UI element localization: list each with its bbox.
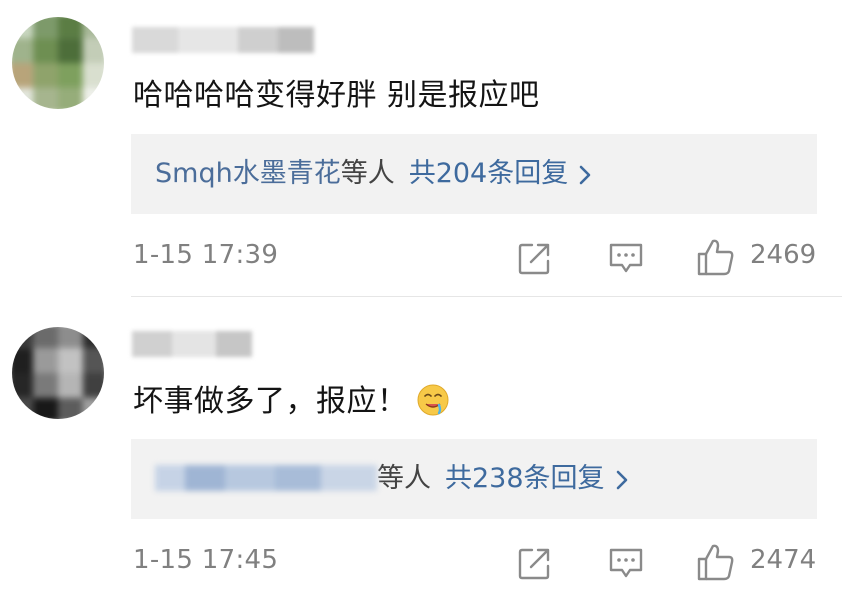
chevron-right-icon [616, 470, 627, 490]
avatar-pixel [82, 397, 104, 419]
avatar-pixel [82, 327, 104, 349]
avatar[interactable] [12, 327, 104, 419]
timestamp: 1-15 17:45 [133, 545, 279, 575]
avatar-pixel [12, 63, 34, 88]
timestamp: 1-15 17:39 [133, 240, 279, 270]
avatar-mosaic [12, 327, 104, 419]
avatar-pixel [33, 38, 58, 63]
reply-suffix: 等人 [340, 158, 395, 189]
avatar-pixel [33, 63, 58, 88]
avatar-pixel [58, 397, 83, 419]
share-icon[interactable] [517, 545, 553, 581]
comment-item: 哈哈哈哈变得好胖 别是报应吧 Smqh水墨青花等人 共204条回复 1-15 17… [0, 0, 842, 298]
avatar-pixel [12, 17, 34, 39]
reply-count-link[interactable]: 共238条回复 [445, 463, 605, 494]
comment-text: 坏事做多了，报应！ [133, 382, 450, 422]
avatar-pixel [12, 348, 34, 373]
avatar-pixel [33, 327, 58, 349]
reply-suffix: 等人 [377, 463, 431, 494]
like-count: 2469 [750, 240, 817, 270]
avatar-pixel [82, 373, 104, 398]
username-blurred[interactable] [132, 27, 314, 53]
avatar-pixel [33, 87, 58, 109]
avatar-pixel [33, 348, 58, 373]
avatar-pixel [58, 373, 83, 398]
avatar-pixel [33, 17, 58, 39]
avatar-pixel [82, 348, 104, 373]
reply-user-link[interactable]: Smqh水墨青花 [155, 158, 341, 189]
reply-user-link-blurred[interactable] [155, 461, 377, 493]
chevron-right-icon [579, 165, 591, 185]
avatar-pixel [58, 87, 83, 109]
avatar-pixel [82, 63, 104, 88]
avatar-pixel [82, 17, 104, 39]
avatar-pixel [12, 397, 34, 419]
avatar[interactable] [12, 17, 104, 109]
avatar-pixel [33, 373, 58, 398]
comment-text-body: 坏事做多了，报应！ [133, 384, 408, 419]
divider [131, 296, 842, 297]
avatar-pixel [58, 17, 83, 39]
share-icon[interactable] [517, 240, 553, 276]
comment-item: 坏事做多了，报应！ 等人 共238条回复 1-15 17:45 2474 [0, 298, 842, 597]
replies-preview[interactable]: Smqh水墨青花等人 共204条回复 [131, 134, 817, 214]
avatar-pixel [58, 63, 83, 88]
replies-preview[interactable]: 等人 共238条回复 [131, 439, 817, 519]
avatar-pixel [58, 348, 83, 373]
comment-text: 哈哈哈哈变得好胖 别是报应吧 [133, 78, 540, 113]
avatar-pixel [82, 87, 104, 109]
replies-summary: 等人 共238条回复 [155, 459, 629, 499]
avatar-pixel [58, 38, 83, 63]
username-blurred[interactable] [132, 331, 252, 357]
avatar-pixel [58, 327, 83, 349]
avatar-pixel [12, 38, 34, 63]
avatar-pixel [12, 373, 34, 398]
replies-summary: Smqh水墨青花等人 共204条回复 [155, 154, 592, 194]
avatar-mosaic [12, 17, 104, 109]
thumbs-up-icon[interactable] [696, 542, 736, 582]
comment-icon[interactable] [608, 240, 644, 276]
avatar-pixel [33, 397, 58, 419]
drooling-face-emoji-icon [417, 384, 448, 416]
comment-icon[interactable] [608, 545, 644, 581]
avatar-pixel [82, 38, 104, 63]
avatar-pixel [12, 327, 34, 349]
thumbs-up-icon[interactable] [696, 237, 736, 277]
like-count: 2474 [750, 545, 817, 575]
reply-count-link[interactable]: 共204条回复 [409, 158, 569, 189]
avatar-pixel [12, 87, 34, 109]
